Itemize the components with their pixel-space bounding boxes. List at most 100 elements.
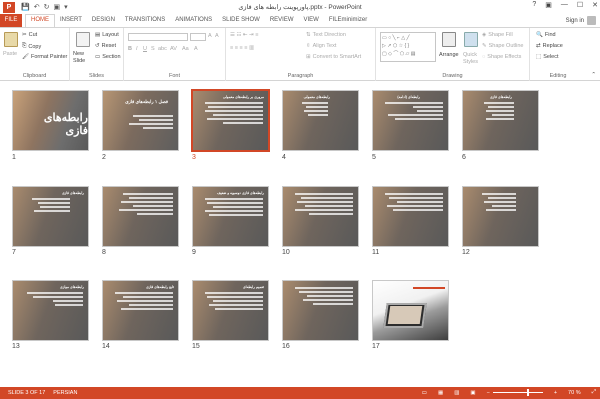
text-direction-button[interactable]: ⇅ Text Direction: [306, 32, 346, 38]
zoom-level[interactable]: 70 %: [568, 390, 581, 396]
collapse-ribbon-icon[interactable]: ⌃: [591, 72, 596, 78]
font-size-combo[interactable]: [190, 33, 206, 41]
zoom-slider-knob[interactable]: [526, 389, 529, 396]
italic-button[interactable]: I: [136, 46, 138, 52]
shape-fill-button[interactable]: ◈ Shape Fill: [482, 32, 513, 38]
fit-to-window-icon[interactable]: ⤢: [592, 389, 596, 396]
format-painter-button[interactable]: 🖌 Format Painter: [22, 54, 67, 60]
slide-thumbnail[interactable]: [372, 186, 449, 247]
tab-fileminimizer[interactable]: FILEminimizer: [324, 14, 372, 27]
slide-number-selected: 3: [192, 154, 196, 161]
slide-thumbnail[interactable]: [102, 186, 179, 247]
shape-effects-button[interactable]: ◌ Shape Effects: [482, 54, 521, 60]
slide-thumbnail[interactable]: رابطه‌های فازی: [462, 90, 539, 151]
tab-slide-show[interactable]: SLIDE SHOW: [217, 14, 265, 27]
change-case-button[interactable]: Aa: [182, 46, 189, 52]
tab-insert[interactable]: INSERT: [55, 14, 87, 27]
select-button[interactable]: ⬚ Select: [536, 54, 559, 60]
reading-view-icon[interactable]: ▥: [454, 390, 459, 396]
select-icon: ⬚: [536, 54, 542, 60]
font-color-button[interactable]: A: [194, 46, 198, 52]
slide-number: 4: [282, 154, 286, 161]
strikethrough-button[interactable]: S: [151, 46, 155, 52]
align-text-button[interactable]: ⇳ Align Text: [306, 43, 336, 49]
replace-button[interactable]: ⇄ Replace: [536, 43, 563, 49]
slide-thumbnail[interactable]: [282, 186, 359, 247]
slideshow-view-icon[interactable]: ▣: [470, 390, 475, 396]
convert-smartart-button[interactable]: ⊞ Convert to SmartArt: [306, 54, 361, 60]
tab-animations[interactable]: ANIMATIONS: [170, 14, 217, 27]
tab-file[interactable]: FILE: [0, 14, 22, 27]
tab-home[interactable]: HOME: [25, 14, 55, 27]
slide-thumbnail[interactable]: تعمیم رابطه‌ای: [192, 280, 269, 341]
shape-outline-button[interactable]: ✎ Shape Outline: [482, 43, 523, 49]
sign-in-label[interactable]: Sign in: [566, 18, 584, 24]
zoom-controls: ▭ ▦ ▥ ▣ − + 70 % ⤢: [414, 389, 596, 396]
arrange-icon[interactable]: [442, 32, 456, 47]
sign-in[interactable]: Sign in: [566, 16, 596, 25]
slide-thumbnail[interactable]: [462, 186, 539, 247]
slide-thumbnail[interactable]: رابطه‌های موازی: [12, 280, 89, 341]
slide-thumbnail[interactable]: [282, 280, 359, 341]
language-indicator[interactable]: PERSIAN: [53, 390, 77, 396]
text-shadow-button[interactable]: abc: [158, 46, 167, 52]
shape-fill-label: Shape Fill: [488, 32, 513, 38]
zoom-out-button[interactable]: −: [487, 390, 490, 396]
zoom-slider[interactable]: [492, 389, 543, 396]
slide-title: رابطه‌های فازی: [43, 112, 88, 137]
window-title: پاورپوینت رابطه های فازی.pptx - PowerPoi…: [238, 4, 362, 11]
paste-button[interactable]: Paste: [3, 51, 17, 57]
slide-thumbnail[interactable]: رابطه‌های فازی: [12, 186, 89, 247]
slide-thumbnail[interactable]: رابطه‌ای (ادامه): [372, 90, 449, 151]
underline-button[interactable]: U: [143, 46, 147, 52]
slide-indicator[interactable]: SLIDE 3 OF 17: [8, 390, 45, 396]
slide-thumbnail-selected[interactable]: مروری بر رابطه‌های معمولی: [191, 89, 270, 152]
title-bar: P 💾 ↶ ↻ ▣ ▾ پاورپوینت رابطه های فازی.ppt…: [0, 0, 600, 14]
quick-styles-button[interactable]: Quick: [463, 52, 477, 58]
tab-design[interactable]: DESIGN: [87, 14, 120, 27]
slide-thumbnail[interactable]: رابطه‌های معمولی: [282, 90, 359, 151]
alignment-icons[interactable]: ≡ ≡ ≡ ≡ ▥: [230, 45, 254, 51]
shrink-font-button[interactable]: A: [215, 33, 219, 39]
slide-thumbnail[interactable]: تابع رابطه‌های فازی: [102, 280, 179, 341]
paste-icon[interactable]: [4, 32, 18, 47]
slide-title: مروری بر رابطه‌های معمولی: [222, 95, 264, 99]
minimize-button[interactable]: —: [561, 1, 568, 9]
tab-transitions[interactable]: TRANSITIONS: [120, 14, 170, 27]
slide-thumbnail[interactable]: رابطه‌های فازی دوسویه و ضعیف: [192, 186, 269, 247]
bullets-icon[interactable]: ☰ ☷ ⇤ ⇥ ≡: [230, 32, 258, 38]
layout-icon: ▤: [95, 32, 101, 38]
close-button[interactable]: ✕: [592, 1, 598, 9]
slide-thumbnail[interactable]: رابطه‌های فازی: [12, 90, 89, 151]
cut-button[interactable]: ✂ Cut: [22, 32, 37, 38]
grow-font-button[interactable]: A: [208, 33, 212, 39]
quick-styles-icon[interactable]: [464, 32, 478, 47]
character-spacing-button[interactable]: AV: [170, 46, 177, 52]
shapes-gallery[interactable]: ▭ ○ ╲ ⌐ △ ╱ ▷ ↗ ⬡ ☆ { } ▢ ◇ ⌒ ⬠ ▱ ▤: [380, 32, 436, 62]
convert-smartart-label: Convert to SmartArt: [312, 54, 362, 60]
copy-button[interactable]: ⎘ Copy: [22, 43, 41, 50]
slide-thumbnail[interactable]: فصل ۱ رابطه‌های فازی: [102, 90, 179, 151]
new-slide-dropdown[interactable]: Slide: [73, 58, 85, 64]
new-slide-icon[interactable]: [76, 32, 90, 47]
slide-thumbnail[interactable]: [372, 280, 449, 341]
help-button[interactable]: ?: [532, 1, 536, 9]
font-name-combo[interactable]: [128, 33, 188, 41]
reset-button[interactable]: ↺ Reset: [95, 43, 116, 49]
slide-number: 15: [192, 343, 200, 350]
new-slide-button[interactable]: New: [73, 51, 84, 57]
find-button[interactable]: 🔍 Find: [536, 32, 556, 38]
slide-sorter-view-icon[interactable]: ▦: [438, 390, 443, 396]
quick-styles-button-line2[interactable]: Styles: [463, 59, 478, 65]
arrange-button[interactable]: Arrange: [439, 52, 459, 58]
tab-view[interactable]: VIEW: [299, 14, 324, 27]
zoom-in-button[interactable]: +: [554, 390, 557, 396]
layout-button[interactable]: ▤ Layout: [95, 32, 119, 38]
normal-view-icon[interactable]: ▭: [422, 390, 427, 396]
maximize-button[interactable]: ☐: [577, 1, 583, 9]
tab-review[interactable]: REVIEW: [265, 14, 299, 27]
section-button[interactable]: ▭ Section: [95, 54, 121, 60]
ribbon-display-options-button[interactable]: ▣: [545, 1, 552, 9]
bold-button[interactable]: B: [128, 46, 132, 52]
drawing-group: ▭ ○ ╲ ⌐ △ ╱ ▷ ↗ ⬡ ☆ { } ▢ ◇ ⌒ ⬠ ▱ ▤ Arrang…: [376, 28, 530, 81]
